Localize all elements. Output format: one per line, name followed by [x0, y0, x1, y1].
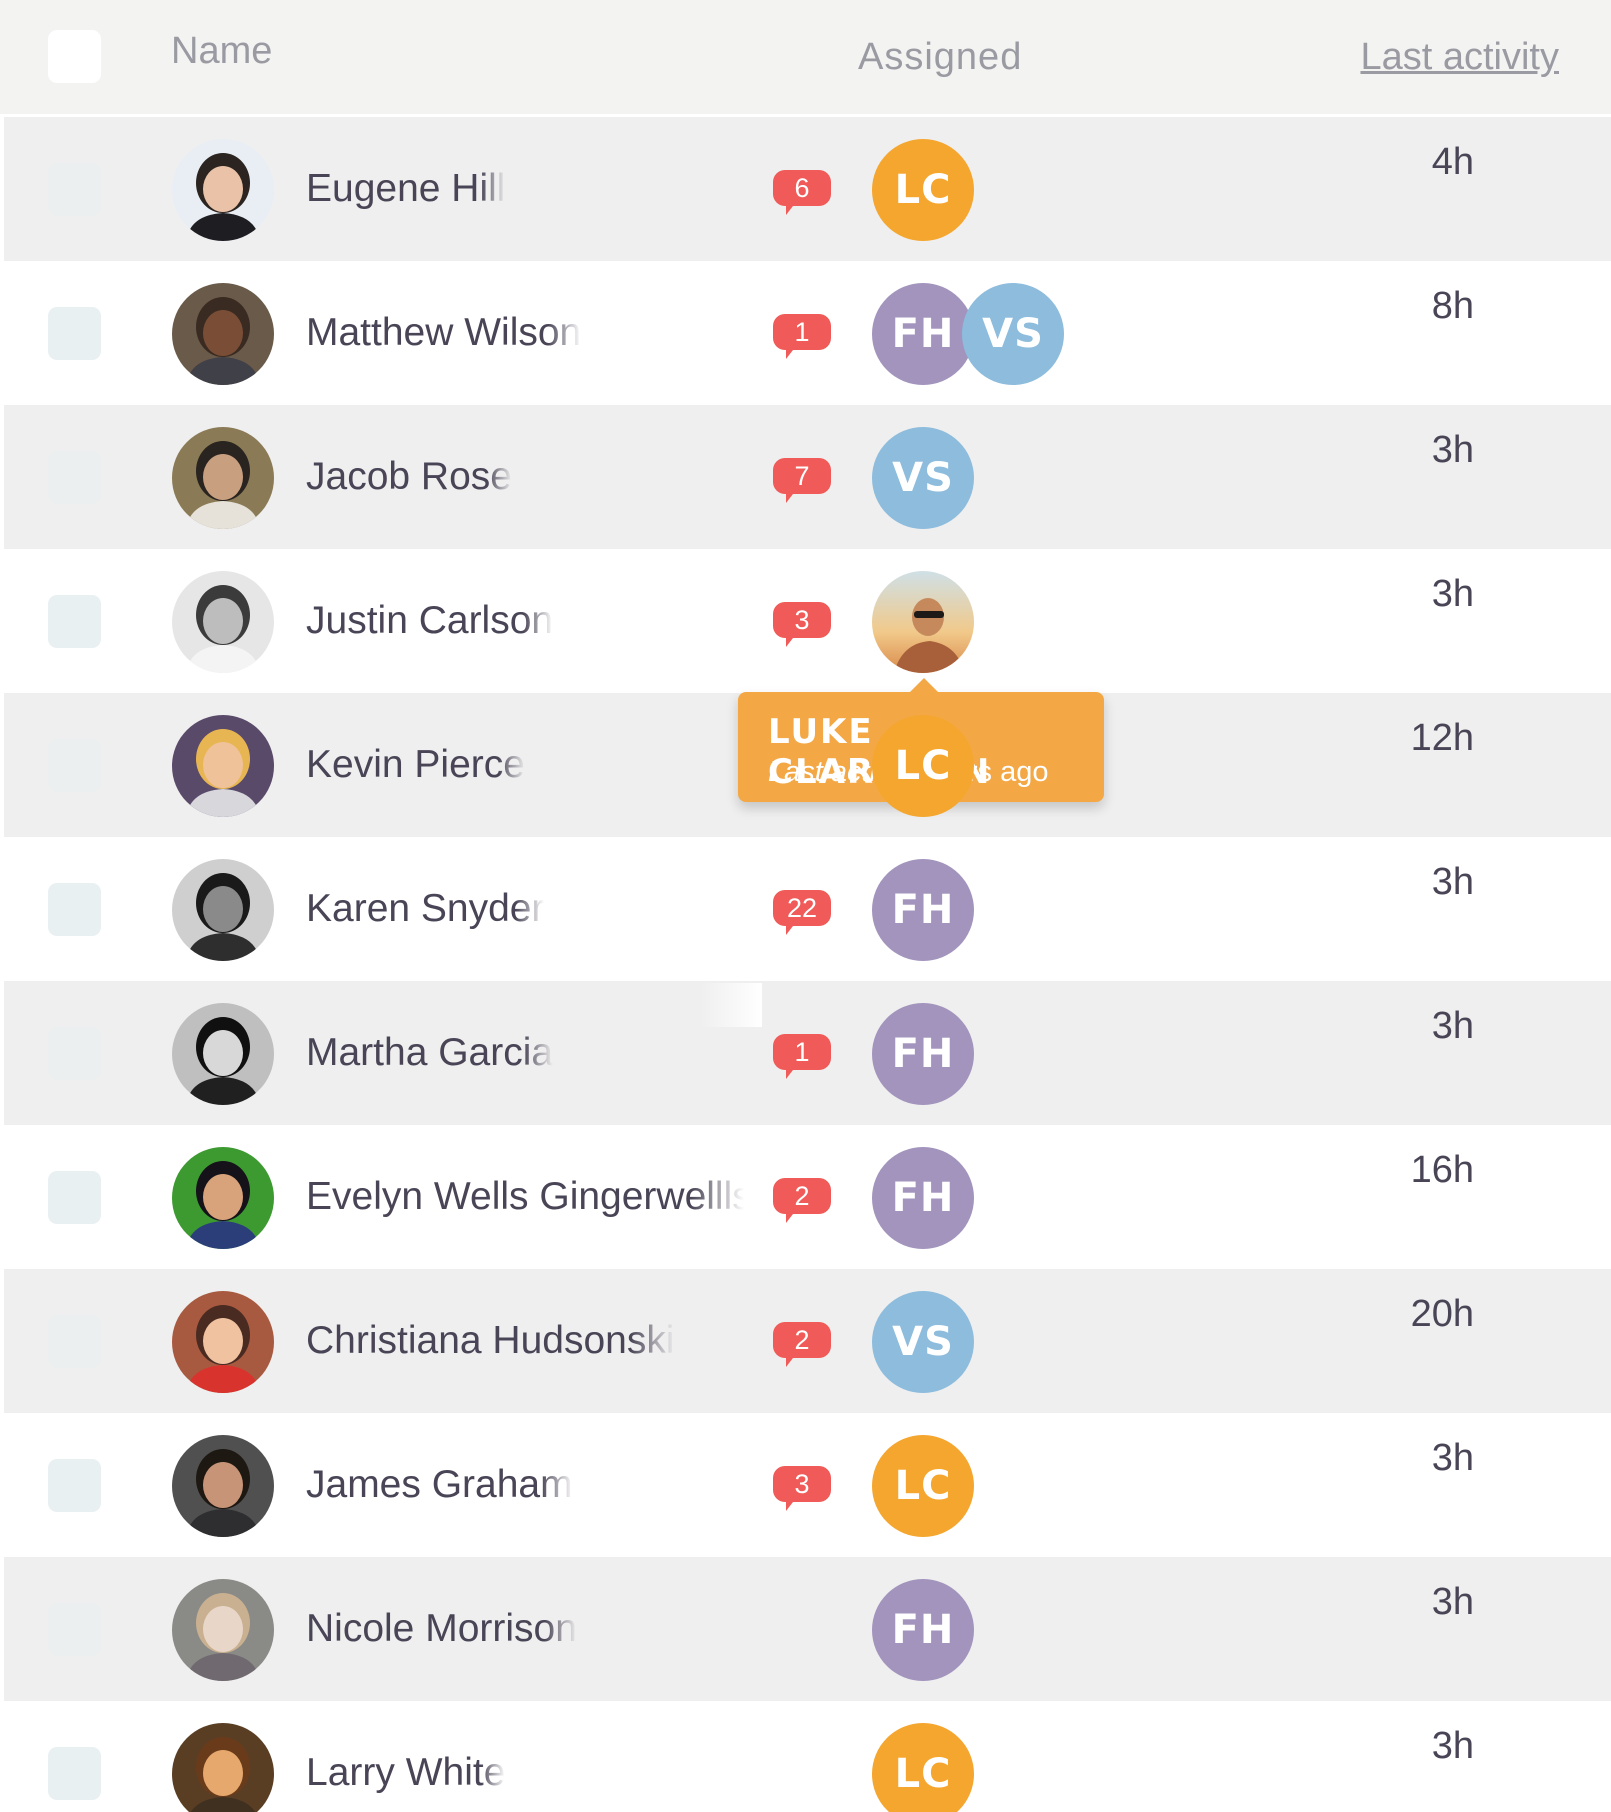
- contact-name[interactable]: Nicole Morrison: [306, 1607, 577, 1651]
- message-count-badge: 2: [773, 1322, 831, 1367]
- contact-name[interactable]: Kevin Pierce: [306, 743, 525, 787]
- assignee-initials[interactable]: FH: [872, 1579, 974, 1681]
- message-count-badge: 3: [773, 602, 831, 647]
- last-activity-value: 3h: [1431, 861, 1474, 903]
- avatar: [172, 1723, 274, 1812]
- message-count-badge: 1: [773, 1034, 831, 1079]
- assignee-initials[interactable]: LC: [872, 715, 974, 817]
- table-row[interactable]: Justin Carlson 3 3h: [4, 549, 1611, 693]
- avatar: [172, 715, 274, 817]
- row-checkbox[interactable]: [48, 883, 101, 936]
- assignee-initials[interactable]: VS: [872, 1291, 974, 1393]
- contact-name[interactable]: Evelyn Wells Gingerwellls: [306, 1175, 744, 1219]
- contact-name[interactable]: James Graham: [306, 1463, 573, 1507]
- row-checkbox[interactable]: [48, 1171, 101, 1224]
- contact-name[interactable]: Martha Garcia: [306, 1031, 553, 1075]
- avatar: [172, 283, 274, 385]
- last-activity-value: 8h: [1431, 285, 1474, 327]
- row-checkbox[interactable]: [48, 1747, 101, 1800]
- row-checkbox[interactable]: [48, 739, 101, 792]
- name-column-header[interactable]: Name: [171, 30, 272, 73]
- assignee-initials[interactable]: FH: [872, 1147, 974, 1249]
- row-checkbox[interactable]: [48, 1315, 101, 1368]
- last-activity-value: 3h: [1431, 1581, 1474, 1623]
- assignee-initials[interactable]: FH: [872, 859, 974, 961]
- last-activity-value: 3h: [1431, 429, 1474, 471]
- message-count-badge: 1: [773, 314, 831, 359]
- avatar: [172, 1435, 274, 1537]
- row-checkbox[interactable]: [48, 1027, 101, 1080]
- assignee-initials[interactable]: VS: [962, 283, 1064, 385]
- row-checkbox[interactable]: [48, 307, 101, 360]
- assignee-initials[interactable]: LC: [872, 139, 974, 241]
- avatar: [172, 1003, 274, 1105]
- table-header: Name Assigned Last activity: [0, 0, 1611, 117]
- last-activity-value: 3h: [1431, 1725, 1474, 1767]
- avatar: [172, 1147, 274, 1249]
- assignee-initials[interactable]: FH: [872, 283, 974, 385]
- assignee-initials[interactable]: FH: [872, 1003, 974, 1105]
- select-all-checkbox[interactable]: [48, 30, 101, 83]
- avatar: [172, 1291, 274, 1393]
- assignee-initials[interactable]: LC: [872, 1723, 974, 1812]
- last-activity-value: 3h: [1431, 1005, 1474, 1047]
- assignee-initials[interactable]: VS: [872, 427, 974, 529]
- message-count-badge: 7: [773, 458, 831, 503]
- last-activity-value: 12h: [1410, 717, 1474, 759]
- contact-name[interactable]: Karen Snyder: [306, 887, 544, 931]
- row-checkbox[interactable]: [48, 451, 101, 504]
- table-row[interactable]: Eugene Hill 6 LC 4h: [4, 117, 1611, 261]
- row-checkbox[interactable]: [48, 1459, 101, 1512]
- contact-name[interactable]: Eugene Hill: [306, 167, 505, 211]
- avatar: [172, 139, 274, 241]
- assigned-column-header[interactable]: Assigned: [858, 36, 1022, 79]
- avatar: [172, 859, 274, 961]
- avatar: [172, 571, 274, 673]
- message-count-badge: 6: [773, 170, 831, 215]
- table-row[interactable]: Larry White LC 3h: [4, 1701, 1611, 1812]
- table-row[interactable]: Jacob Rose 7 VS 3h: [4, 405, 1611, 549]
- last-activity-value: 3h: [1431, 573, 1474, 615]
- contact-name[interactable]: Larry White: [306, 1751, 505, 1795]
- table-row[interactable]: Christiana Hudsonski 2 VS 20h: [4, 1269, 1611, 1413]
- row-checkbox[interactable]: [48, 1603, 101, 1656]
- row-checkbox[interactable]: [48, 595, 101, 648]
- table-row[interactable]: Matthew Wilson 1 FH VS 8h: [4, 261, 1611, 405]
- avatar: [172, 427, 274, 529]
- contact-name[interactable]: Justin Carlson: [306, 599, 553, 643]
- table-row[interactable]: Martha Garcia 1 FH 3h: [4, 981, 1611, 1125]
- avatar: [172, 1579, 274, 1681]
- contacts-table: Name Assigned Last activity Eugene Hill 6…: [0, 0, 1611, 1812]
- assignee-avatar[interactable]: [872, 571, 974, 673]
- last-activity-value: 20h: [1410, 1293, 1474, 1335]
- table-row[interactable]: Nicole Morrison FH 3h: [4, 1557, 1611, 1701]
- table-row[interactable]: Karen Snyder 22 FH 3h: [4, 837, 1611, 981]
- contact-name[interactable]: Matthew Wilson: [306, 311, 581, 355]
- table-row[interactable]: Evelyn Wells Gingerwellls 2 FH 16h: [4, 1125, 1611, 1269]
- last-activity-value: 4h: [1431, 141, 1474, 183]
- row-fade-overlay: [700, 983, 762, 1027]
- message-count-badge: 22: [773, 890, 831, 935]
- contact-name[interactable]: Jacob Rose: [306, 455, 512, 499]
- assignee-initials[interactable]: LC: [872, 1435, 974, 1537]
- last-activity-column-header[interactable]: Last activity: [1360, 36, 1559, 79]
- table-row[interactable]: James Graham 3 LC 3h: [4, 1413, 1611, 1557]
- last-activity-value: 16h: [1410, 1149, 1474, 1191]
- message-count-badge: 3: [773, 1466, 831, 1511]
- contact-name[interactable]: Christiana Hudsonski: [306, 1319, 675, 1363]
- row-checkbox[interactable]: [48, 163, 101, 216]
- message-count-badge: 2: [773, 1178, 831, 1223]
- last-activity-value: 3h: [1431, 1437, 1474, 1479]
